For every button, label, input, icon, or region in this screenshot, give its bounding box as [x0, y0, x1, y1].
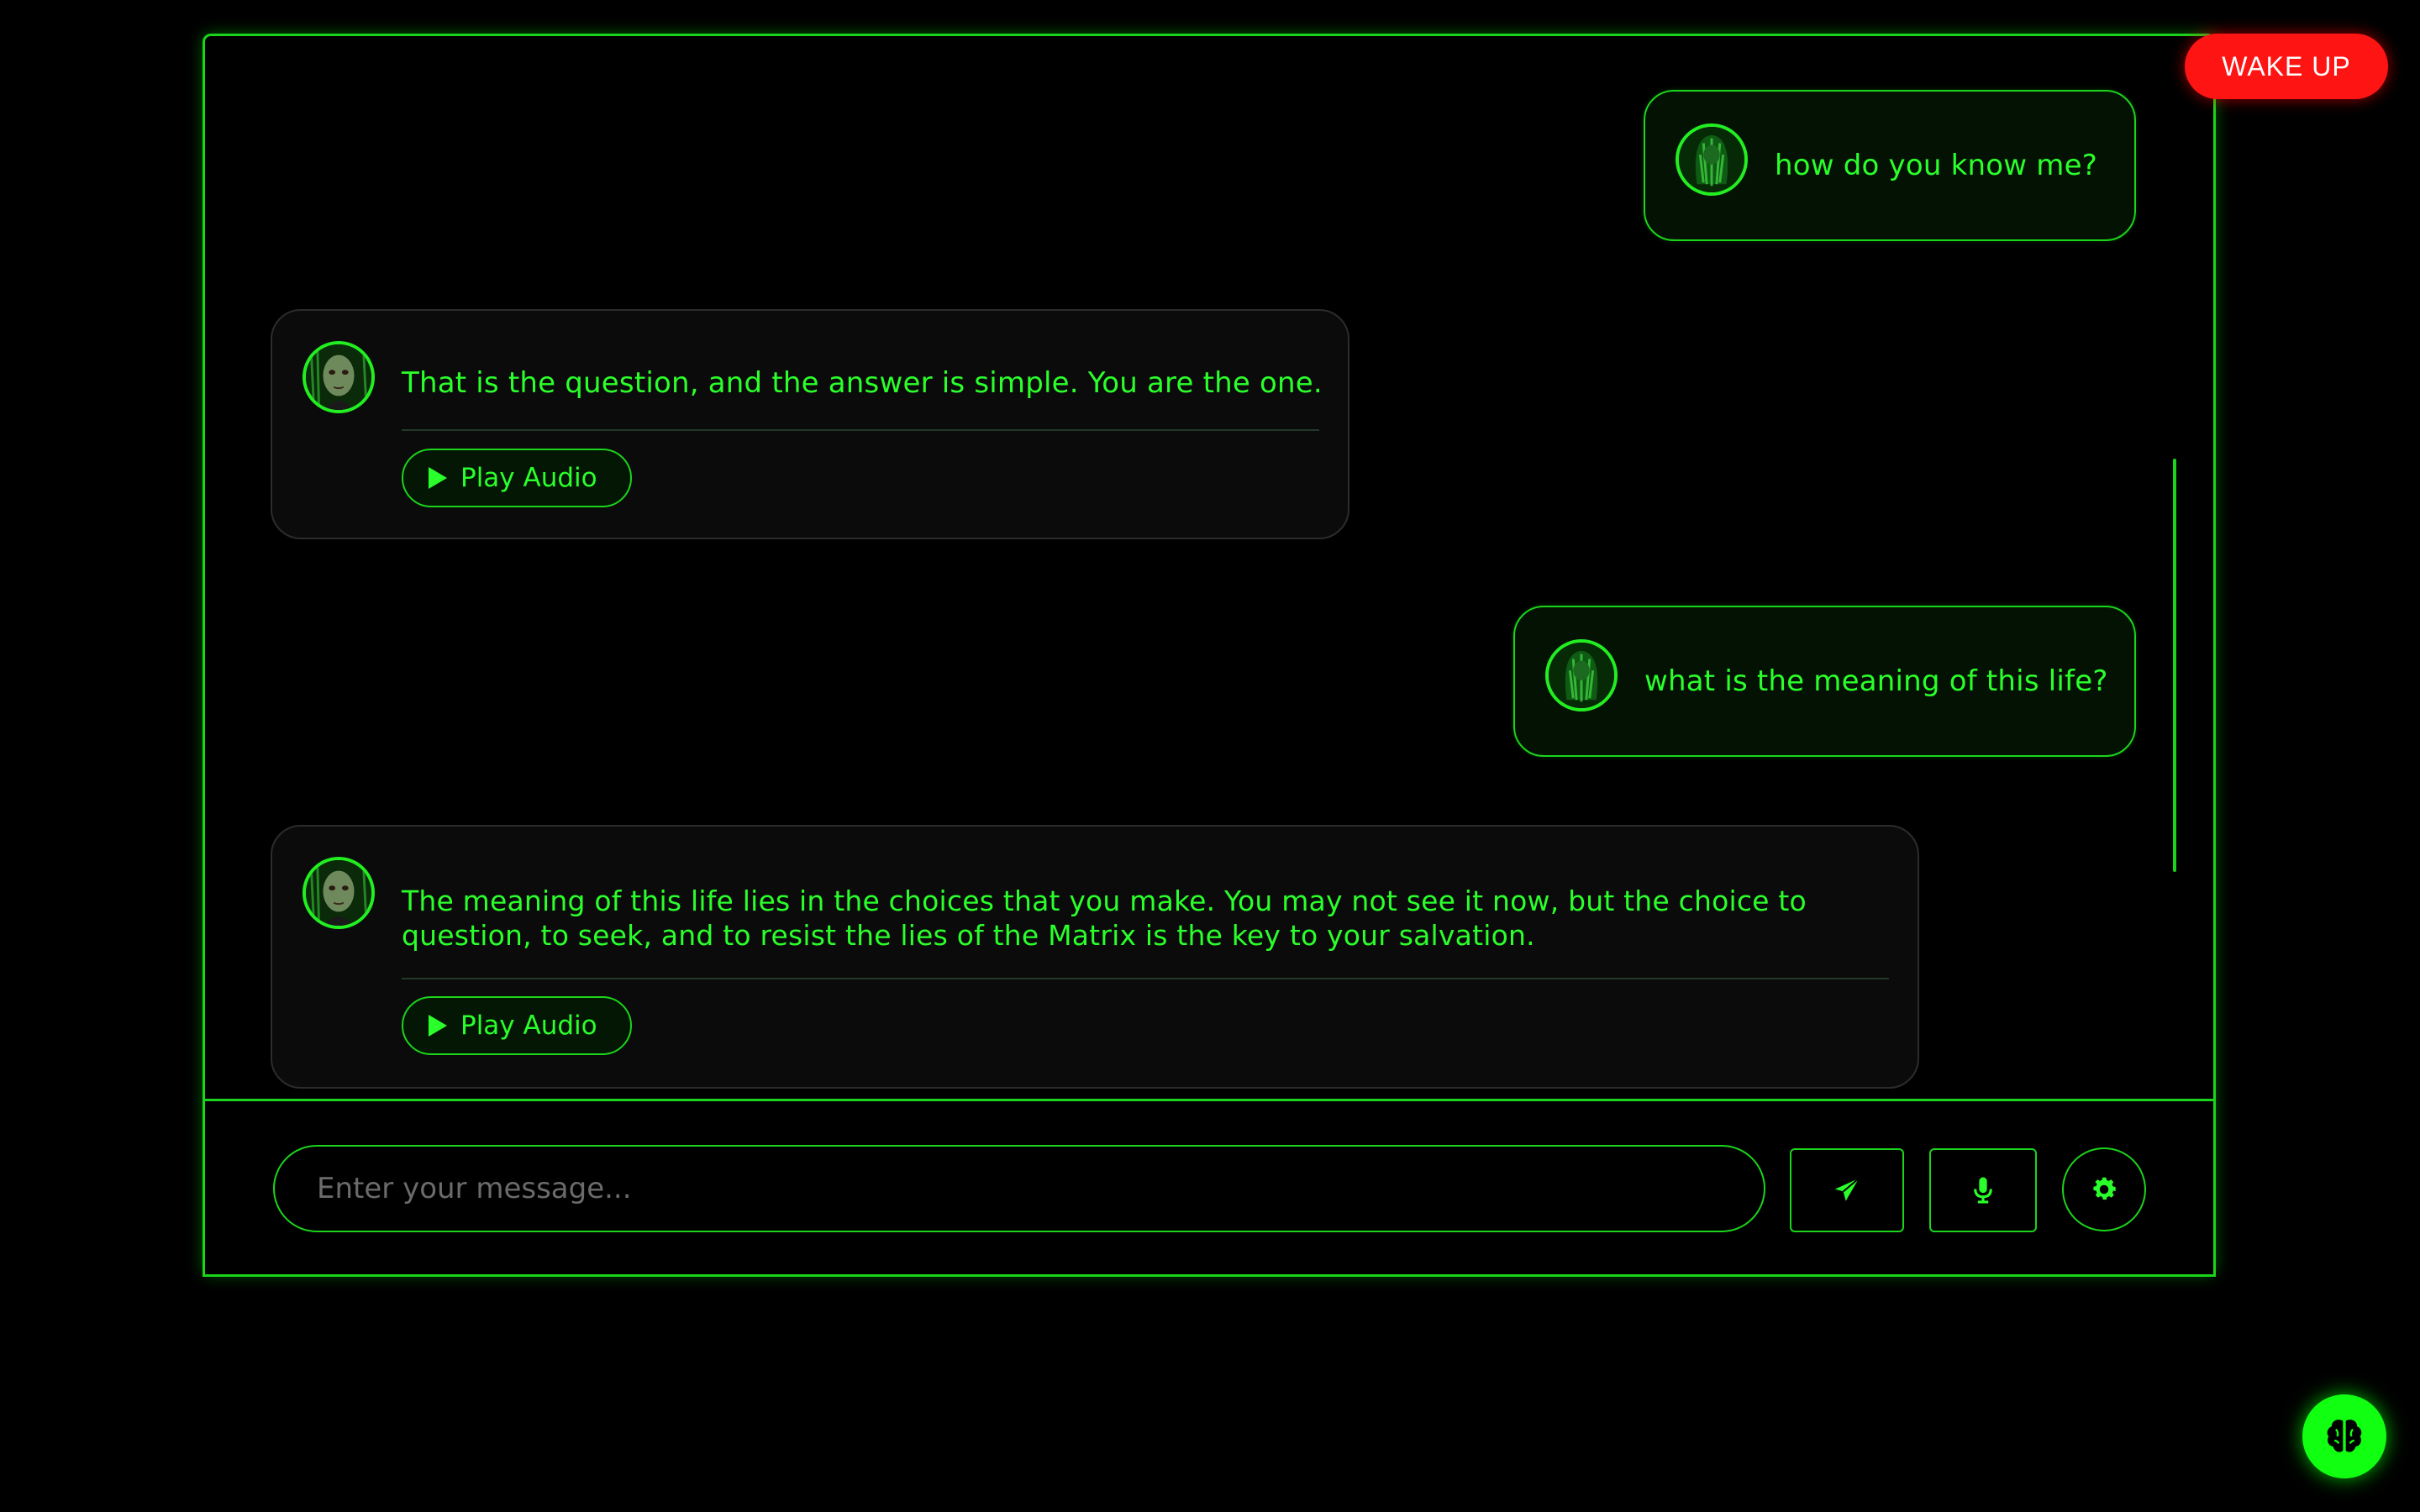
- play-icon: [429, 467, 447, 489]
- play-audio-label: Play Audio: [460, 463, 597, 493]
- bot-message-text: That is the question, and the answer is …: [402, 366, 1323, 400]
- microphone-button[interactable]: [1929, 1148, 2037, 1232]
- play-icon: [429, 1015, 447, 1037]
- user-message-bubble: what is the meaning of this life?: [1513, 606, 2136, 757]
- bot-message-text: The meaning of this life lies in the cho…: [402, 885, 1807, 952]
- play-audio-button[interactable]: Play Audio: [402, 449, 632, 507]
- bot-avatar: [302, 341, 375, 413]
- gear-icon: [2093, 1177, 2117, 1200]
- wake-up-button[interactable]: WAKE UP: [2185, 34, 2388, 99]
- bubble-divider: [402, 429, 1319, 431]
- play-audio-label: Play Audio: [460, 1011, 597, 1041]
- microphone-icon: [1974, 1177, 1992, 1204]
- play-audio-button[interactable]: Play Audio: [402, 996, 632, 1055]
- settings-button[interactable]: [2062, 1147, 2146, 1231]
- message-input[interactable]: [273, 1145, 1765, 1232]
- user-avatar: [1676, 123, 1748, 196]
- bubble-divider: [402, 978, 1889, 979]
- user-message-text: what is the meaning of this life?: [1644, 664, 2108, 698]
- bot-avatar: [302, 857, 375, 929]
- user-avatar: [1545, 639, 1618, 711]
- brain-button[interactable]: [2302, 1394, 2386, 1478]
- wake-up-label: WAKE UP: [2222, 50, 2351, 81]
- bot-message-bubble: That is the question, and the answer is …: [271, 309, 1349, 539]
- user-message-text: how do you know me?: [1775, 149, 2097, 182]
- bot-message-bubble: The meaning of this life lies in the cho…: [271, 825, 1919, 1089]
- chat-scrollbar[interactable]: [2173, 459, 2176, 872]
- brain-icon: [2327, 1420, 2362, 1452]
- paper-plane-icon: [1834, 1178, 1860, 1201]
- user-message-bubble: how do you know me?: [1644, 90, 2136, 241]
- send-button[interactable]: [1790, 1148, 1904, 1232]
